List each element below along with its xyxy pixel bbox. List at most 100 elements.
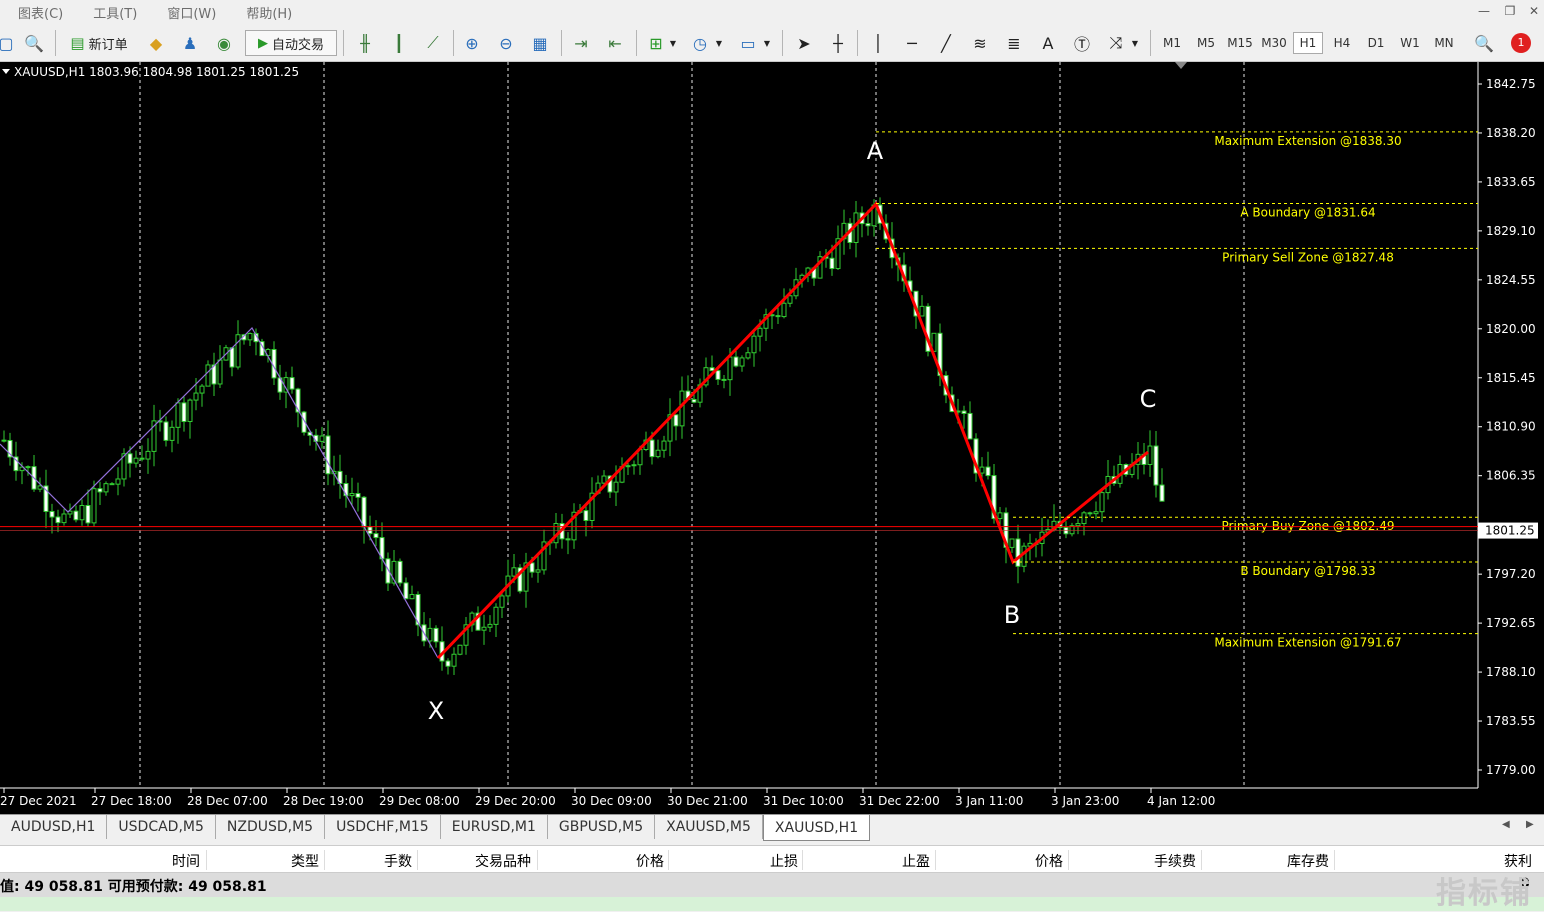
price-chart[interactable]: 1842.75 1838.20 1833.65 1829.10 1824.55 1820.…	[0, 62, 1544, 814]
templates-icon[interactable]: ▭	[736, 30, 760, 56]
col-price[interactable]: 价格	[636, 851, 664, 871]
col-commission[interactable]: 手续费	[1154, 851, 1196, 871]
chart-canvas[interactable]: 1842.75 1838.20 1833.65 1829.10 1824.55 1820.…	[0, 62, 1544, 814]
minimize-icon[interactable]: —	[1476, 4, 1492, 20]
close-icon[interactable]: ✕	[1526, 4, 1542, 20]
menu-help[interactable]: 帮助(H)	[228, 3, 304, 22]
vertical-line-icon[interactable]: │	[866, 30, 890, 56]
tab-usdchf-m15[interactable]: USDCHF,M15	[325, 815, 441, 839]
timeframe-h4[interactable]: H4	[1327, 32, 1357, 54]
tab-xauusd-h1[interactable]: XAUUSD,H1	[762, 815, 871, 841]
tab-xauusd-m5[interactable]: XAUUSD,M5	[655, 815, 763, 839]
col-take-profit[interactable]: 止盈	[902, 851, 930, 871]
fibonacci-icon[interactable]: ≣	[1002, 30, 1026, 56]
trendline-icon[interactable]: ╱	[934, 30, 958, 56]
navigator-icon[interactable]: ♟	[178, 30, 202, 56]
candle-body	[493, 606, 499, 625]
price-tick-label: 1783.55	[1486, 714, 1536, 728]
profiles-icon[interactable]: 🔍	[22, 30, 46, 56]
channel-icon[interactable]: ≋	[968, 30, 992, 56]
menu-chart[interactable]: 图表(C)	[0, 3, 75, 22]
horizontal-line-icon[interactable]: ─	[900, 30, 924, 56]
text-label-icon[interactable]: Ⓣ	[1070, 30, 1094, 56]
search-icon[interactable]: 🔍	[1472, 30, 1496, 56]
col-type[interactable]: 类型	[291, 851, 319, 871]
timeframe-m30[interactable]: M30	[1259, 32, 1289, 54]
timeframe-m5[interactable]: M5	[1191, 32, 1221, 54]
line-chart-icon[interactable]: ⟋	[421, 30, 445, 56]
chart-menu-triangle-icon	[2, 69, 10, 74]
time-tick-label: 27 Dec 18:00	[91, 794, 172, 808]
tab-gbpusd-m5[interactable]: GBPUSD,M5	[548, 815, 656, 839]
indicators-icon[interactable]: ⊞	[644, 30, 668, 56]
tab-audusd-h1[interactable]: AUDUSD,H1	[0, 815, 108, 839]
timeframe-m1[interactable]: M1	[1157, 32, 1187, 54]
candle-body	[139, 457, 145, 460]
menu-window[interactable]: 窗口(W)	[149, 3, 228, 22]
market-watch-icon[interactable]: ◆	[144, 30, 168, 56]
candle-body	[919, 305, 925, 317]
time-tick-label: 29 Dec 20:00	[475, 794, 556, 808]
tile-windows-icon[interactable]: ▦	[528, 30, 552, 56]
tab-scroll-left-icon[interactable]: ◀	[1502, 819, 1510, 830]
pattern-point-label: X	[428, 697, 444, 725]
candle-body	[691, 398, 697, 403]
candle-body	[565, 538, 571, 541]
candle-body	[1075, 523, 1081, 527]
candle-body	[91, 488, 97, 524]
autoscroll-icon[interactable]: ⇥	[569, 30, 593, 56]
timeframe-mn[interactable]: MN	[1429, 32, 1459, 54]
candle-body	[79, 505, 85, 521]
tab-usdcad-m5[interactable]: USDCAD,M5	[107, 815, 216, 839]
timeframe-d1[interactable]: D1	[1361, 32, 1391, 54]
cursor-icon[interactable]: ➤	[792, 30, 816, 56]
candle-body	[427, 627, 433, 642]
auto-trading-button[interactable]: ▶ 自动交易	[245, 30, 337, 56]
new-order-button[interactable]: ▤ 新订单	[62, 30, 136, 56]
chevron-down-icon[interactable]: ▼	[762, 30, 772, 56]
col-symbol[interactable]: 交易品种	[475, 851, 531, 871]
crosshair-icon[interactable]: ┼	[826, 30, 850, 56]
tab-eurusd-m1[interactable]: EURUSD,M1	[441, 815, 548, 839]
periods-icon[interactable]: ◷	[688, 30, 712, 56]
candlestick-icon[interactable]: ┃	[387, 30, 411, 56]
candle-body	[115, 478, 121, 485]
col-stop-loss[interactable]: 止损	[770, 851, 798, 871]
tab-nzdusd-m5[interactable]: NZDUSD,M5	[216, 815, 326, 839]
timeframe-w1[interactable]: W1	[1395, 32, 1425, 54]
level-label: A Boundary @1831.64	[1240, 206, 1375, 220]
chart-shift-icon[interactable]: ⇤	[603, 30, 627, 56]
chart-shift-marker-icon	[1175, 62, 1187, 69]
col-time[interactable]: 时间	[172, 851, 200, 871]
timeframe-m15[interactable]: M15	[1225, 32, 1255, 54]
candle-body	[433, 627, 439, 643]
candle-body	[127, 453, 133, 464]
chevron-down-icon[interactable]: ▼	[1130, 30, 1140, 56]
col-swap[interactable]: 库存费	[1287, 851, 1329, 871]
text-icon[interactable]: A	[1036, 30, 1060, 56]
candle-body	[601, 475, 607, 484]
zoom-out-icon[interactable]: ⊖	[494, 30, 518, 56]
pattern-point-label: A	[867, 137, 884, 165]
chevron-down-icon[interactable]: ▼	[714, 30, 724, 56]
chevron-down-icon[interactable]: ▼	[668, 30, 678, 56]
col-volume[interactable]: 手数	[384, 851, 412, 871]
pattern-point-label: C	[1140, 385, 1157, 413]
restore-icon[interactable]: ❐	[1502, 4, 1518, 20]
arrows-icon[interactable]: ⤨	[1104, 30, 1128, 56]
candle-body	[163, 421, 169, 441]
menu-tools[interactable]: 工具(T)	[75, 3, 149, 22]
new-chart-icon[interactable]: ▢	[0, 30, 18, 56]
notifications-icon[interactable]: 1	[1505, 30, 1537, 56]
pattern-point-label: B	[1004, 601, 1020, 629]
timeframe-h1[interactable]: H1	[1293, 32, 1323, 54]
tab-scroll-right-icon[interactable]: ▶	[1526, 819, 1534, 830]
zoom-in-icon[interactable]: ⊕	[460, 30, 484, 56]
bar-chart-icon[interactable]: ╫	[353, 30, 377, 56]
candle-body	[1, 439, 7, 442]
col-current-price[interactable]: 价格	[1035, 851, 1063, 871]
signals-icon[interactable]: ◉	[212, 30, 236, 56]
candle-body	[985, 466, 991, 477]
candle-body	[511, 567, 517, 577]
candle-body	[997, 512, 1003, 520]
